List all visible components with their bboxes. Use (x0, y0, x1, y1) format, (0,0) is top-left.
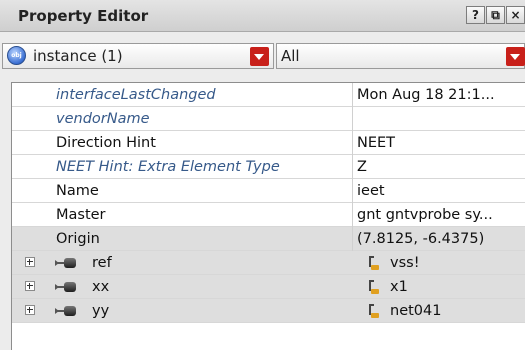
pin-icon (55, 282, 77, 292)
title-bar: Property Editor ? ⧉ × (0, 0, 525, 32)
property-value[interactable]: Z (352, 155, 524, 179)
terminal-name: ref (92, 255, 112, 271)
expand-icon[interactable] (25, 257, 35, 267)
terminal-net[interactable]: x1 (390, 275, 408, 299)
terminal-row[interactable]: ref vss! (12, 251, 525, 275)
expand-icon[interactable] (25, 281, 35, 291)
property-row[interactable]: vendorName (12, 107, 525, 131)
property-table: interfaceLastChanged Mon Aug 18 21:1... … (11, 82, 525, 350)
pin-icon (55, 306, 77, 316)
property-value[interactable] (352, 107, 524, 131)
net-icon (366, 255, 380, 271)
terminal-row[interactable]: xx x1 (12, 275, 525, 299)
filter-label: All (281, 47, 300, 65)
property-value[interactable]: ieet (352, 179, 524, 203)
pin-icon (55, 258, 77, 268)
property-name: NEET Hint: Extra Element Type (56, 159, 280, 175)
property-name: Master (56, 207, 106, 223)
property-value[interactable]: (7.8125, -6.4375) (352, 227, 524, 251)
property-value[interactable]: Mon Aug 18 21:1... (352, 83, 524, 107)
net-icon (366, 303, 380, 319)
object-type-label: instance (1) (33, 47, 123, 65)
property-row[interactable]: NEET Hint: Extra Element Type Z (12, 155, 525, 179)
property-row[interactable]: Name ieet (12, 179, 525, 203)
float-button[interactable]: ⧉ (486, 6, 505, 24)
property-name: Direction Hint (56, 135, 156, 151)
property-row[interactable]: interfaceLastChanged Mon Aug 18 21:1... (12, 83, 525, 107)
property-value[interactable]: NEET (352, 131, 524, 155)
property-value[interactable]: gnt gntvprobe sy... (352, 203, 524, 227)
expand-icon[interactable] (25, 305, 35, 315)
terminal-net[interactable]: net041 (390, 299, 441, 323)
chevron-down-icon[interactable] (506, 47, 525, 66)
filter-combo[interactable]: All (276, 43, 525, 69)
terminal-name: yy (92, 303, 110, 319)
help-button[interactable]: ? (466, 6, 485, 24)
window-buttons: ? ⧉ × (465, 6, 525, 24)
terminal-name: xx (92, 279, 110, 295)
terminal-net[interactable]: vss! (390, 251, 420, 275)
property-row[interactable]: Master gnt gntvprobe sy... (12, 203, 525, 227)
net-icon (366, 279, 380, 295)
property-row[interactable]: Direction Hint NEET (12, 131, 525, 155)
property-name: vendorName (56, 111, 150, 127)
close-button[interactable]: × (506, 6, 525, 24)
window-title: Property Editor (18, 7, 149, 25)
property-row[interactable]: Origin (7.8125, -6.4375) (12, 227, 525, 251)
selector-bar: obj instance (1) All (0, 33, 525, 71)
object-type-combo[interactable]: obj instance (1) (2, 43, 274, 69)
object-icon: obj (7, 46, 26, 65)
property-name: Name (56, 183, 99, 199)
property-name: interfaceLastChanged (56, 87, 216, 103)
chevron-down-icon[interactable] (250, 47, 269, 66)
property-name: Origin (56, 231, 100, 247)
terminal-row[interactable]: yy net041 (12, 299, 525, 323)
